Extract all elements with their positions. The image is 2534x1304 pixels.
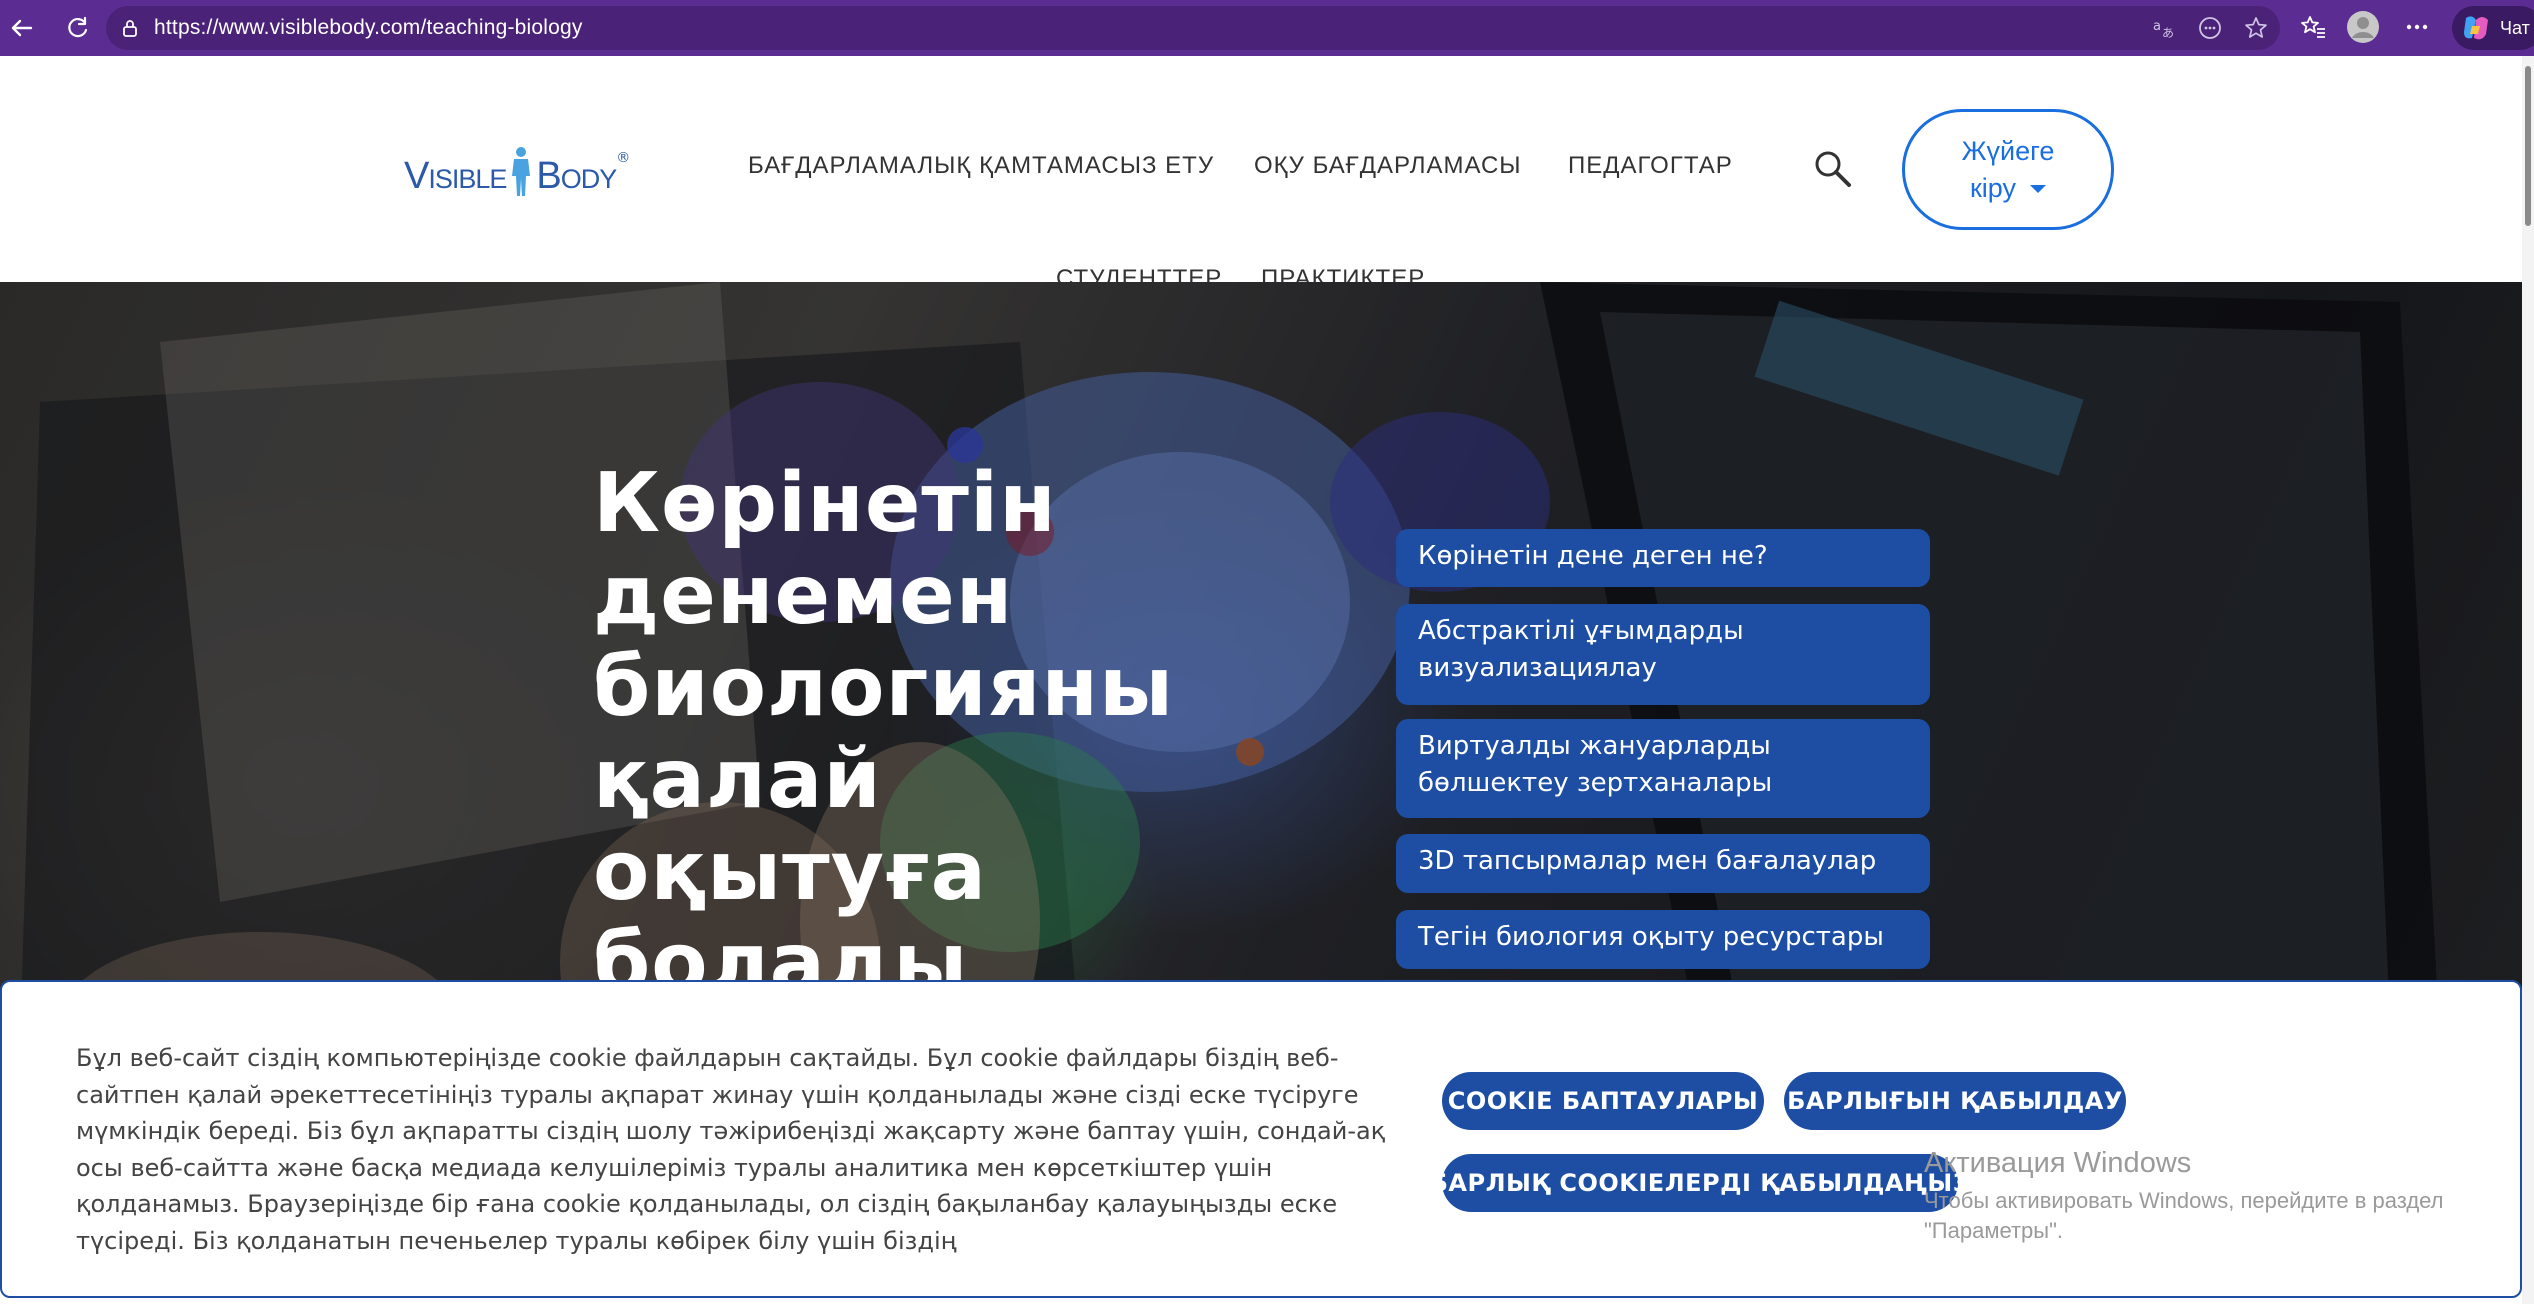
lock-icon[interactable]	[120, 18, 140, 38]
site-header: Visible Body ® БАҒДАРЛАМАЛЫҚ ҚАМТАМАСЫЗ …	[0, 56, 2522, 292]
hero-section: Көрінетін денемен биологияны қалай оқыту…	[0, 282, 2522, 1042]
hero-title-line: Көрінетін	[593, 456, 1057, 551]
accept-all-button[interactable]: БАРЛЫҒЫН ҚАБЫЛДАУ	[1784, 1072, 2126, 1130]
copilot-button[interactable]: Чат	[2452, 6, 2534, 50]
cookie-settings-button[interactable]: COOKIE БАПТАУЛАРЫ	[1442, 1072, 1764, 1130]
browser-toolbar: https://www.visiblebody.com/teaching-bio…	[0, 0, 2534, 56]
human-figure-icon	[512, 147, 531, 196]
watermark-subtitle: Чтобы активировать Windows, перейдите в …	[1924, 1188, 2444, 1243]
windows-activation-watermark: Активация Windows Чтобы активировать Win…	[1924, 1146, 2484, 1246]
back-arrow-icon[interactable]	[0, 6, 44, 50]
copilot-icon	[2460, 12, 2492, 44]
registered-mark: ®	[616, 150, 631, 166]
watermark-title: Активация Windows	[1924, 1147, 2192, 1179]
copilot-label: Чат	[2500, 17, 2530, 38]
reload-icon[interactable]	[56, 6, 100, 50]
logo-text-right: Body	[536, 155, 617, 197]
translate-icon[interactable]: aあ	[2152, 16, 2176, 40]
hero-title: Көрінетін денемен биологияны қалай оқыту…	[593, 458, 1293, 1010]
favorites-icon[interactable]	[2296, 10, 2330, 44]
scrollbar-thumb[interactable]	[2525, 66, 2531, 226]
url-text[interactable]: https://www.visiblebody.com/teaching-bio…	[154, 16, 583, 40]
hero-link-what-is-visible-body[interactable]: Көрінетін дене деген не?	[1396, 529, 1930, 587]
address-bar[interactable]: https://www.visiblebody.com/teaching-bio…	[106, 6, 2280, 50]
page-scrollbar[interactable]	[2522, 56, 2534, 1304]
svg-text:a: a	[2153, 19, 2161, 34]
caret-down-icon	[2030, 185, 2047, 194]
hero-link-free-resources[interactable]: Тегін биология оқыту ресурстары	[1396, 910, 1930, 969]
reader-icon[interactable]	[2198, 16, 2222, 40]
visible-body-logo[interactable]: Visible Body ®	[404, 138, 630, 198]
cookie-message: Бұл веб-сайт сіздің компьютеріңізде cook…	[76, 1044, 1386, 1255]
cookie-banner: Бұл веб-сайт сіздің компьютеріңізде cook…	[0, 980, 2522, 1298]
search-icon[interactable]	[1810, 146, 1856, 192]
more-icon[interactable]	[2400, 10, 2434, 44]
nav-curriculum[interactable]: ОҚУ БАҒДАРЛАМАСЫ	[1254, 152, 1522, 180]
logo-text-left: Visible	[404, 155, 507, 197]
accept-all-cookies-button[interactable]: БАРЛЫҚ COOKIEЛЕРДІ ҚАБЫЛДАҢЫЗ	[1430, 1154, 1970, 1212]
favorite-star-icon[interactable]	[2244, 16, 2268, 40]
login-label-line2: кіру	[1969, 172, 2017, 203]
nav-software[interactable]: БАҒДАРЛАМАЛЫҚ ҚАМТАМАСЫЗ ЕТУ	[748, 152, 1214, 180]
svg-text:あ: あ	[2162, 26, 2174, 40]
login-dropdown-button[interactable]: Жүйеге кіру	[1902, 109, 2114, 230]
profile-icon[interactable]	[2346, 10, 2380, 44]
nav-educators[interactable]: ПЕДАГОГТАР	[1568, 152, 1733, 180]
hero-title-line: денемен	[593, 548, 1014, 643]
hero-title-line: биологияны	[593, 640, 1175, 735]
hero-link-visualizing-concepts[interactable]: Абстрактілі ұғымдарды визуализациялау	[1396, 604, 1930, 705]
hero-link-3d-assignments[interactable]: 3D тапсырмалар мен бағалаулар	[1396, 834, 1930, 893]
hero-title-line: қалай оқытуға	[593, 732, 987, 919]
hero-link-virtual-dissection[interactable]: Виртуалды жануарларды бөлшектеу зертхана…	[1396, 719, 1930, 818]
login-label-line1: Жүйеге	[1961, 135, 2055, 166]
